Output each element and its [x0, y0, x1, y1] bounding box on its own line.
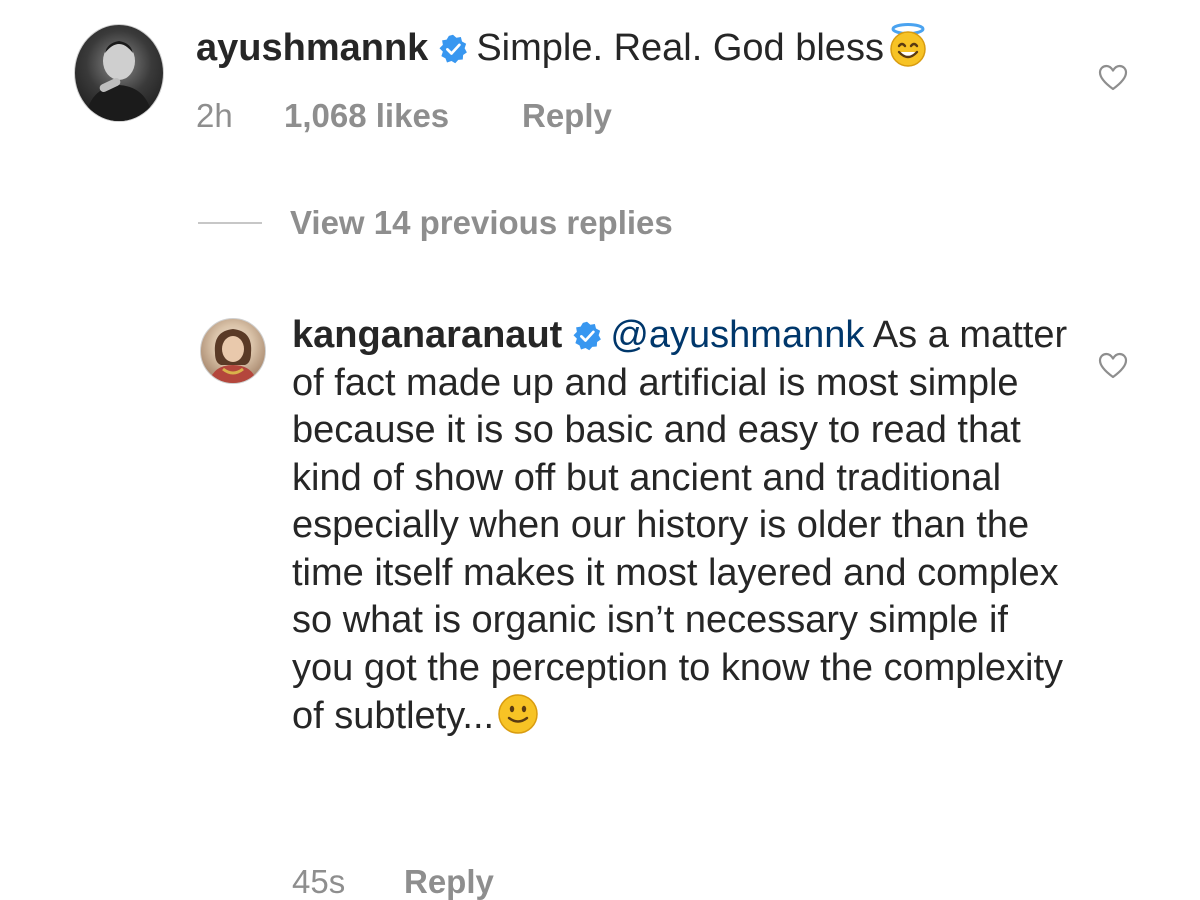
reply-mention-link[interactable]: @ayushmannk — [610, 314, 864, 356]
smiling-face-with-halo-icon — [890, 23, 926, 67]
avatar-kanganaranaut[interactable] — [200, 318, 266, 384]
slightly-smiling-face-icon — [498, 694, 538, 734]
replies-divider — [198, 222, 262, 224]
profile-photo-icon — [209, 329, 257, 383]
comment-meta: 2h 1,068 likes Reply — [196, 96, 612, 136]
like-heart-icon[interactable] — [1098, 352, 1128, 380]
comment-reply-button[interactable]: Reply — [522, 96, 612, 136]
like-heart-icon[interactable] — [1098, 64, 1128, 92]
comments-screen: ayushmannk Simple. Real. God bless 2h 1,0… — [0, 0, 1200, 900]
reply-meta: 45s Reply — [292, 862, 494, 900]
view-previous-replies-button[interactable]: View 14 previous replies — [198, 204, 673, 242]
reply-timestamp: 45s — [292, 863, 346, 900]
profile-photo-icon — [85, 41, 153, 121]
comment-text-line: ayushmannk Simple. Real. God bless — [196, 22, 930, 72]
verified-badge-icon — [439, 34, 468, 64]
reply-reply-button[interactable]: Reply — [404, 862, 494, 900]
avatar-ayushmannk[interactable] — [74, 24, 164, 122]
comment-timestamp: 2h — [196, 97, 233, 134]
reply-username[interactable]: kanganaranaut — [292, 314, 562, 356]
verified-badge-icon — [573, 321, 602, 351]
comment-likes-count[interactable]: 1,068 likes — [284, 96, 522, 136]
comment-username[interactable]: ayushmannk — [196, 27, 428, 69]
reply-body: As a matter of fact made up and artifici… — [292, 314, 1068, 737]
view-replies-label: View 14 previous replies — [290, 204, 673, 241]
reply-text: kanganaranaut @ayushmannk As a matter of… — [292, 312, 1072, 741]
comment-body: Simple. Real. God bless — [476, 27, 884, 69]
